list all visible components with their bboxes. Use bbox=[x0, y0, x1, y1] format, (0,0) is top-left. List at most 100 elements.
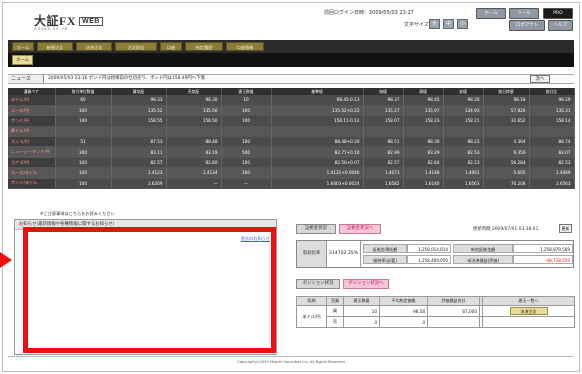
rate-cell: 158.23 bbox=[403, 115, 444, 127]
rate-row[interactable]: ニュージーランド/円 300 83.11 83.19 500 82.77+0.10 82.9… bbox=[8, 146, 575, 158]
rate-cell: 100 bbox=[55, 157, 112, 169]
menu-item-trade-history[interactable]: 約定履歴 bbox=[185, 42, 223, 51]
menu-item-home[interactable]: ホーム bbox=[12, 42, 34, 51]
position-pl bbox=[427, 316, 480, 328]
rate-cell: 1.4061 bbox=[443, 167, 484, 179]
rate-cell bbox=[271, 126, 364, 138]
position-side: 売 bbox=[326, 316, 344, 328]
menu-item-account[interactable]: 口座 bbox=[160, 42, 182, 51]
rate-cell: 98.20 bbox=[443, 95, 484, 106]
rate-cell: 100 bbox=[221, 167, 272, 179]
rate-cell: 82.57 bbox=[111, 157, 167, 169]
tool-button[interactable]: ツール bbox=[509, 8, 539, 19]
rate-table: 通貨ペア 取引単位数量 買気配 売気配 建玉数量 基準値 始値 高値 安値 前日… bbox=[8, 88, 575, 190]
rate-cell: 1.6140 bbox=[403, 178, 444, 190]
position-qty: 10 bbox=[343, 305, 380, 317]
rate-cell: 100 bbox=[221, 115, 272, 127]
rate-row[interactable]: カナダ/円 100 82.57 82.60 100 82.50+0.07 82.57 82.6… bbox=[8, 157, 575, 169]
close-position-button[interactable]: 決済注文 bbox=[509, 307, 548, 315]
rate-cell: 1.6603+0.0024 bbox=[271, 178, 364, 190]
rate-cell bbox=[55, 126, 112, 138]
currency-pair: 豪ドル/円 bbox=[8, 126, 56, 138]
main-menu: ホーム 新規注文 決済注文 注文照会 口座 約定履歴 口座情報 bbox=[8, 40, 574, 53]
font-size-large-button[interactable]: 大 bbox=[429, 19, 440, 29]
font-size-small-button[interactable]: 小 bbox=[457, 19, 468, 29]
rate-row[interactable]: ポンド/米ドル 100 1.6209— —1.6603+0.0024 1.6582 1.6… bbox=[8, 178, 575, 190]
rate-cell: 88.30 bbox=[403, 136, 444, 148]
rate-cell: 135.52+0.22 bbox=[271, 105, 364, 117]
table-row: 米ドル/円 買 10 98.58 67,000 決済注文 bbox=[296, 305, 575, 328]
news-next-button[interactable]: 次へ bbox=[530, 75, 550, 83]
rate-row[interactable]: ユーロ/円 100 135.52 135.50 100 135.52+0.22 135.27… bbox=[8, 105, 575, 117]
update-button[interactable]: 更新 bbox=[559, 224, 572, 233]
rate-row[interactable]: ユーロ/米ドル 100 1.4123 1.4134 100 1.4131+0.0040 1.… bbox=[8, 167, 575, 179]
col-header: 平均約定価格 bbox=[379, 296, 428, 306]
rate-cell: 300 bbox=[55, 146, 112, 158]
help-button[interactable]: ヘルプ bbox=[548, 20, 573, 31]
rate-cell: 88.51 bbox=[363, 136, 404, 148]
sub-menu: ホーム bbox=[8, 53, 574, 67]
position-avg: 0 bbox=[379, 316, 428, 328]
pro-button[interactable]: PRO bbox=[543, 8, 573, 19]
tab-margin-status[interactable]: 証拠金状況 bbox=[296, 224, 336, 234]
col-header: 取引単位数量 bbox=[55, 88, 112, 95]
rate-row[interactable]: スイス/円 51 87.53 88.48 100 88.48+0.20 88.51 88.30… bbox=[8, 136, 575, 148]
menu-item-new-order[interactable]: 新規注文 bbox=[37, 42, 73, 51]
col-header: 買気配 bbox=[111, 88, 167, 95]
logo-subtitle: OSAKA SE FX bbox=[34, 27, 69, 31]
rate-table-header: 通貨ペア 取引単位数量 買気配 売気配 建玉数量 基準値 始値 高値 安値 前日… bbox=[8, 88, 575, 95]
news-headline[interactable]: 2009/05/03 23:16 ポンド円は相場前の仕切売り、ポンド円は158.… bbox=[48, 75, 205, 83]
col-header: 始値 bbox=[363, 88, 404, 95]
rate-cell: 88.23 bbox=[443, 136, 484, 148]
currency-pair: スイス/円 bbox=[8, 136, 56, 148]
highlight-box bbox=[23, 227, 276, 353]
rate-cell: 100 bbox=[221, 136, 272, 148]
menu-item-account-info[interactable]: 口座情報 bbox=[226, 42, 264, 51]
rate-cell: 5.605 bbox=[483, 167, 530, 179]
rate-cell: 100 bbox=[55, 167, 112, 179]
logo-badge: WEB bbox=[79, 17, 103, 26]
margin-status-link[interactable]: 証拠金状況へ bbox=[339, 224, 381, 234]
rate-cell: 87.53 bbox=[111, 136, 167, 148]
rate-cell: 500 bbox=[221, 146, 272, 158]
asset-value: 1,258,409,056 bbox=[407, 255, 451, 264]
rate-cell bbox=[443, 126, 484, 138]
col-header: 売買 bbox=[326, 296, 344, 306]
menu-item-order-inquiry[interactable]: 注文照会 bbox=[115, 42, 157, 51]
rate-cell bbox=[221, 126, 272, 138]
col-header-position-list[interactable]: 建玉一覧へ bbox=[482, 296, 575, 306]
currency-pair: カナダ/円 bbox=[8, 157, 56, 169]
rate-row[interactable]: 米ドル/円 60 98.33 98.30 10 98.45-0.13 98.37 98.45 9… bbox=[8, 95, 575, 106]
rate-cell: 98.45 bbox=[403, 95, 444, 106]
rate-cell: 135.52 bbox=[111, 105, 167, 117]
rate-cell: 82.53 bbox=[443, 146, 484, 158]
menu-item-settlement-order[interactable]: 決済注文 bbox=[76, 42, 112, 51]
news-ticker: ニュース 2009/05/03 23:16 ポンド円は相場前の仕切売り、ポンド円… bbox=[8, 74, 574, 84]
close-cell: 決済注文 bbox=[482, 305, 575, 317]
rate-cell: 82.57 bbox=[363, 157, 404, 169]
home-button[interactable]: ホーム bbox=[476, 8, 506, 19]
currency-pair: ポンド/米ドル bbox=[8, 178, 56, 190]
rate-cell: 10 bbox=[221, 95, 272, 106]
rate-cell: 1.6209 bbox=[111, 178, 167, 190]
rate-cell: 100 bbox=[55, 115, 112, 127]
rate-cell: 56.284 bbox=[483, 157, 530, 169]
rate-cell: 98.45-0.13 bbox=[271, 95, 364, 106]
rate-cell: 1.6563 bbox=[443, 178, 484, 190]
position-status-link[interactable]: ポジション状況へ bbox=[343, 279, 389, 289]
caution-note[interactable]: ※ご注意事項はこちらをお読みください bbox=[40, 211, 115, 217]
rate-row[interactable]: 豪ドル/円 bbox=[8, 126, 575, 138]
currency-pair: ユーロ/米ドル bbox=[8, 167, 56, 179]
logout-button[interactable]: ログアウト bbox=[509, 20, 545, 31]
tab-position-status[interactable]: ポジション状況 bbox=[296, 279, 340, 289]
col-header: 銘柄 bbox=[296, 296, 327, 306]
asset-summary: 有効比率 314702.35% 証拠金預託額 1,259,014,814 有効証… bbox=[296, 240, 574, 268]
font-size-medium-button[interactable]: 中 bbox=[443, 19, 454, 29]
rate-row[interactable]: ポンド/円 100 158.55 158.50 100 158.11-0.12 158.07… bbox=[8, 115, 575, 127]
rate-cell: 1.6563 bbox=[529, 178, 575, 190]
currency-pair: ユーロ/円 bbox=[8, 105, 56, 117]
col-header: 高値 bbox=[403, 88, 444, 95]
rate-cell: 76.208 bbox=[483, 178, 530, 190]
rate-cell: 4.364 bbox=[483, 136, 530, 148]
tab-home[interactable]: ホーム bbox=[12, 55, 33, 65]
